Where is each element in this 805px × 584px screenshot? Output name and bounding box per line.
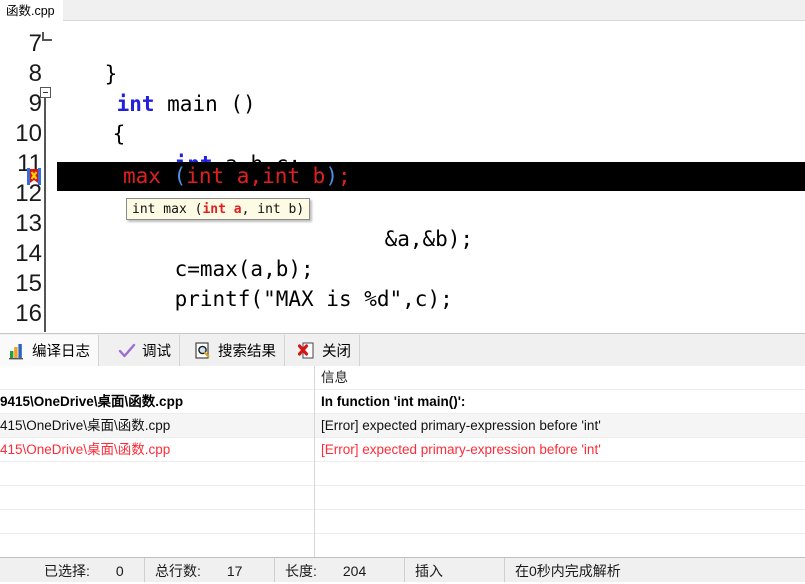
code-line: &a,&b); xyxy=(334,194,474,251)
tooltip-post: , int b) xyxy=(241,202,305,217)
cell-file: 9415\OneDrive\桌面\函数.cpp xyxy=(0,394,184,409)
line-number: 9 xyxy=(28,90,42,117)
fold-guide-line xyxy=(44,98,46,332)
panel-tab-label: 关闭 xyxy=(322,344,351,360)
code-paren: ) xyxy=(325,164,338,188)
code-paren: ( xyxy=(173,164,187,188)
code-text: &a,&b); xyxy=(384,227,474,251)
code-text: max xyxy=(123,164,174,188)
code-line: int a,b,c; xyxy=(124,119,301,176)
status-total-lines: 总行数: 17 xyxy=(144,558,274,582)
fold-collapse-icon[interactable] xyxy=(40,87,51,98)
line-number: 13 xyxy=(15,210,42,237)
cell-message: In function 'int main()': xyxy=(321,394,466,409)
code-text: printf("MAX is %d",c); xyxy=(174,287,453,311)
panel-tab-search-results[interactable]: 搜索结果 xyxy=(186,335,285,366)
line-number: 10 xyxy=(15,120,42,147)
magnifier-icon xyxy=(195,341,210,359)
table-row-empty[interactable] xyxy=(0,462,805,486)
line-number: 16 xyxy=(15,300,42,327)
panel-tab-label: 搜索结果 xyxy=(218,344,276,360)
editor-tab-file[interactable]: 函数.cpp xyxy=(0,0,63,21)
code-text: ; xyxy=(337,164,351,188)
editor-tab-strip: 函数.cpp xyxy=(0,0,805,21)
line-number: 7 xyxy=(28,30,42,57)
highlighted-error-line-text: max (int a,int b); xyxy=(123,162,351,191)
line-number: 15 xyxy=(15,270,42,297)
compile-log-grid[interactable]: 信息 9415\OneDrive\桌面\函数.cpp In function '… xyxy=(0,366,805,558)
code-line: c=max(a,b); xyxy=(124,224,314,281)
editor-tab-label: 函数.cpp xyxy=(6,4,55,18)
fold-end-corner-icon xyxy=(42,32,52,41)
status-length-label: 长度: xyxy=(285,563,317,579)
status-selected-value: 0 xyxy=(115,563,124,579)
cell-file: 415\OneDrive\桌面\函数.cpp xyxy=(0,442,171,457)
function-signature-tooltip: int max (int a, int b) xyxy=(126,198,311,220)
table-row[interactable]: 415\OneDrive\桌面\函数.cpp [Error] expected … xyxy=(0,414,805,438)
column-header-message: 信息 xyxy=(321,370,348,385)
table-row[interactable]: 415\OneDrive\桌面\函数.cpp [Error] expected … xyxy=(0,438,805,462)
status-parse: 在0秒内完成解析 xyxy=(504,558,805,582)
code-text: main () xyxy=(154,92,256,116)
column-header-file xyxy=(0,366,314,389)
line-number: 14 xyxy=(15,240,42,267)
code-line: int main () xyxy=(66,59,256,116)
code-line: } xyxy=(54,29,118,86)
table-row[interactable]: 9415\OneDrive\桌面\函数.cpp In function 'int… xyxy=(0,390,805,414)
column-separator[interactable] xyxy=(314,366,315,557)
panel-tab-close[interactable]: 关闭 xyxy=(290,335,360,366)
error-bookmark-icon[interactable] xyxy=(26,168,42,185)
tooltip-pre: int max ( xyxy=(132,202,203,217)
cell-message: [Error] expected primary-expression befo… xyxy=(321,418,601,433)
status-insert-mode: 插入 xyxy=(404,558,504,582)
code-text: int a,int b xyxy=(186,164,326,188)
table-row-empty[interactable] xyxy=(0,534,805,557)
code-line: printf("MAX is %d",c); xyxy=(124,254,453,311)
status-length-value: 204 xyxy=(342,563,367,579)
table-row-empty[interactable] xyxy=(0,486,805,510)
tooltip-highlight-param: int a xyxy=(202,202,242,217)
code-editor[interactable]: 7 8 9 10 11 12 13 14 15 16 } int main ()… xyxy=(0,21,805,333)
status-selected-label: 已选择: xyxy=(44,563,90,579)
panel-tab-debug[interactable]: 调试 xyxy=(110,335,180,366)
table-row-empty[interactable] xyxy=(0,510,805,534)
panel-tab-compile-log[interactable]: 编译日志 xyxy=(0,335,99,366)
status-length: 长度: 204 xyxy=(274,558,404,582)
panel-tab-label: 调试 xyxy=(142,344,171,360)
status-total-lines-value: 17 xyxy=(226,563,243,579)
status-parse-label: 在0秒内完成解析 xyxy=(515,563,621,579)
status-insert-mode-label: 插入 xyxy=(415,563,443,579)
cell-file: 415\OneDrive\桌面\函数.cpp xyxy=(0,418,171,433)
status-total-lines-label: 总行数: xyxy=(155,563,201,579)
panel-tab-label: 编译日志 xyxy=(32,344,90,360)
table-header-row: 信息 xyxy=(0,366,805,390)
line-number: 8 xyxy=(28,60,42,87)
status-bar: 已选择: 0 总行数: 17 长度: 204 插入 在0秒内完成解析 xyxy=(0,557,805,582)
bottom-panel-tabbar: 编译日志 调试 搜索结果 关闭 xyxy=(0,333,805,366)
bar-chart-icon xyxy=(9,343,23,359)
code-line: { xyxy=(62,89,126,146)
close-document-icon xyxy=(298,341,314,359)
cell-message: [Error] expected primary-expression befo… xyxy=(321,442,601,457)
check-mark-icon xyxy=(118,343,136,357)
